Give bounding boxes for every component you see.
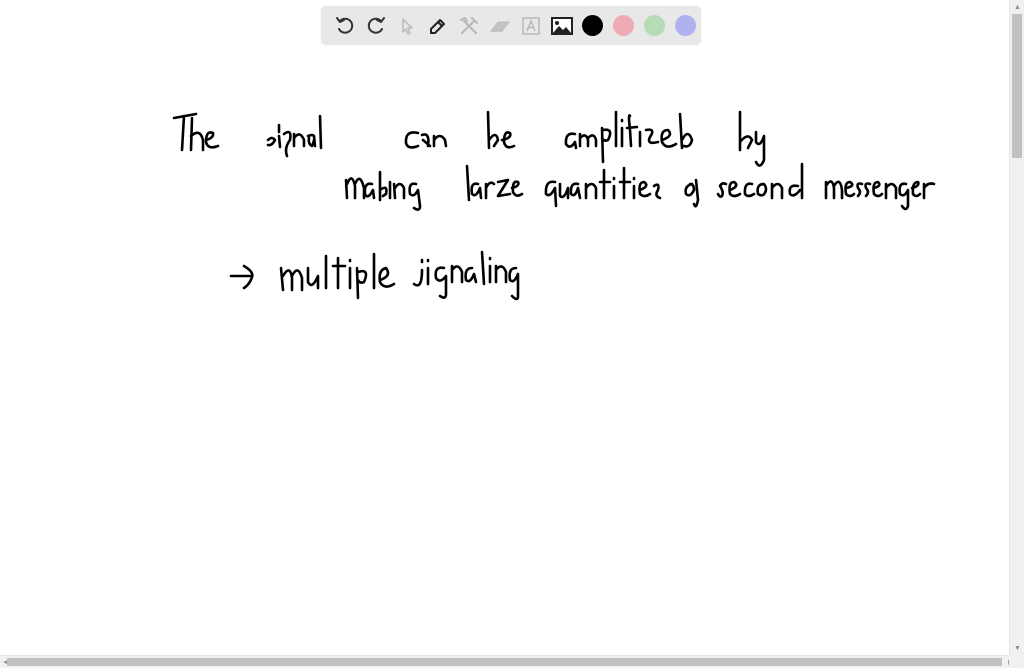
redo-icon xyxy=(367,16,385,34)
redo-button[interactable] xyxy=(360,10,391,41)
scroll-down-arrow-icon[interactable]: ▼ xyxy=(1010,641,1024,655)
image-icon xyxy=(550,16,573,35)
whiteboard-canvas[interactable]: The signal can be amplified by making la… xyxy=(0,0,1009,655)
color-purple-button[interactable] xyxy=(670,10,701,41)
color-green-button[interactable] xyxy=(639,10,670,41)
image-button[interactable] xyxy=(546,10,577,41)
cursor-icon xyxy=(401,17,413,35)
pencil-icon xyxy=(429,18,445,34)
undo-icon xyxy=(335,16,353,34)
color-swatch-purple xyxy=(675,15,696,36)
pen-button[interactable] xyxy=(422,10,453,41)
scrollbar-corner xyxy=(1009,655,1024,668)
eraser-icon xyxy=(489,21,510,32)
vertical-scrollbar[interactable]: ▲ ▼ xyxy=(1009,0,1024,655)
color-black-button[interactable] xyxy=(577,10,608,41)
drawing-toolbar xyxy=(321,6,701,45)
tools-button[interactable] xyxy=(453,10,484,41)
text-box-icon xyxy=(521,16,540,35)
color-swatch-pink xyxy=(613,15,634,36)
horizontal-scroll-thumb[interactable] xyxy=(7,658,1002,666)
ink-line-1 xyxy=(172,110,766,167)
crossed-tools-icon xyxy=(459,16,478,34)
color-pink-button[interactable] xyxy=(608,10,639,41)
vertical-scroll-thumb[interactable] xyxy=(1012,14,1022,158)
select-button[interactable] xyxy=(391,10,422,41)
ink-line-2 xyxy=(344,162,936,211)
handwritten-notes xyxy=(172,110,936,301)
undo-button[interactable] xyxy=(329,10,360,41)
eraser-button[interactable] xyxy=(484,10,515,41)
ink-line-3 xyxy=(229,250,520,301)
text-button[interactable] xyxy=(515,10,546,41)
color-swatch-black xyxy=(582,15,603,36)
horizontal-scrollbar[interactable]: ◀ ▶ xyxy=(0,655,1024,668)
scroll-up-arrow-icon[interactable]: ▲ xyxy=(1010,0,1024,14)
color-swatch-green xyxy=(644,15,665,36)
